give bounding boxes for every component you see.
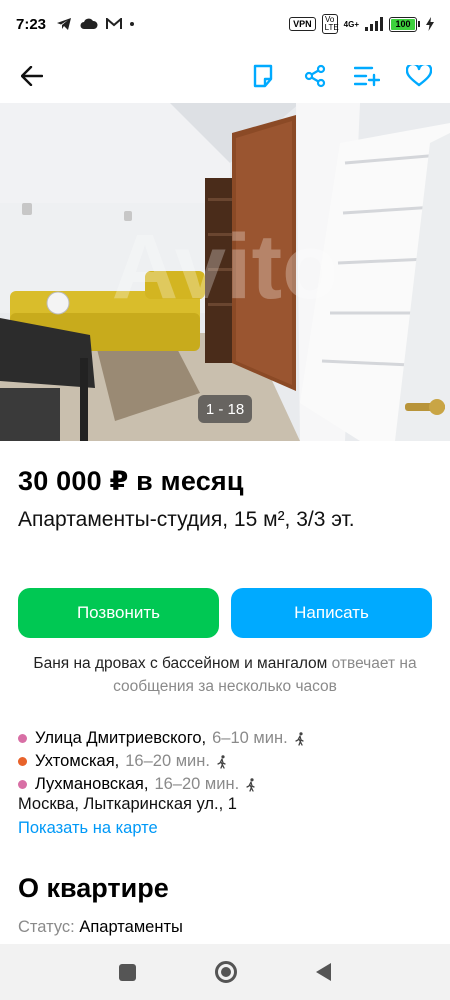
show-on-map-link[interactable]: Показать на карте <box>18 819 158 838</box>
charging-icon <box>426 17 434 31</box>
system-nav-bar <box>0 944 450 1000</box>
note-icon <box>253 64 273 87</box>
back-nav-button[interactable] <box>315 963 331 981</box>
heart-icon <box>406 64 432 86</box>
address: Москва, Лыткаринская ул., 1 <box>18 795 237 813</box>
recents-button[interactable] <box>119 963 137 981</box>
listing-subtitle: Апартаменты-студия, 15 м², 3/3 эт. <box>18 508 355 531</box>
note-button[interactable] <box>248 61 278 91</box>
seller-info: Баня на дровах с бассейном и мангалом от… <box>14 652 436 698</box>
call-button[interactable]: Позвонить <box>18 588 219 638</box>
compare-button[interactable] <box>352 61 382 91</box>
avito-watermark: Avito <box>112 216 339 318</box>
metro-list: Улица Дмитриевского, 6–10 мин. Ухтомская… <box>18 727 438 796</box>
battery-level: 100 <box>391 18 415 30</box>
telegram-icon <box>57 18 72 30</box>
cloud-icon <box>80 18 98 29</box>
apartment-photo: Avito <box>0 103 450 441</box>
status-value: Апартаменты <box>79 918 183 936</box>
favorite-button[interactable] <box>404 61 434 91</box>
share-icon <box>304 64 326 87</box>
metro-distance: 16–20 мин. <box>154 775 240 793</box>
about-heading: О квартире <box>18 873 169 903</box>
battery-icon: 100 <box>389 16 420 32</box>
walking-icon <box>246 777 255 792</box>
metro-station: Ухтомская, <box>35 752 120 770</box>
metro-station: Лухмановская, <box>35 775 149 793</box>
metro-item: Улица Дмитриевского, 6–10 мин. <box>18 727 438 750</box>
share-button[interactable] <box>300 61 330 91</box>
metro-item: Ухтомская, 16–20 мин. <box>18 750 438 773</box>
message-button[interactable]: Написать <box>231 588 432 638</box>
metro-line-dot <box>18 734 27 743</box>
listing-price: 30 000 ₽ в месяц <box>18 466 244 496</box>
photo-counter: 1 - 18 <box>198 395 252 423</box>
gallery-photo[interactable]: Avito <box>0 103 450 441</box>
metro-line-dot <box>18 757 27 766</box>
metro-item: Лухмановская, 16–20 мин. <box>18 773 438 796</box>
gmail-icon <box>106 18 123 29</box>
compare-list-icon <box>354 66 380 86</box>
status-time: 7:23 <box>16 15 47 33</box>
home-button[interactable] <box>214 961 237 983</box>
vpn-badge: VPN <box>289 17 316 31</box>
metro-distance: 16–20 мин. <box>125 752 210 770</box>
metro-line-dot <box>18 780 27 789</box>
metro-station: Улица Дмитриевского, <box>35 729 207 747</box>
status-row: Статус: Апартаменты <box>18 918 183 937</box>
top-toolbar <box>0 48 450 103</box>
metro-distance: 6–10 мин. <box>212 729 288 747</box>
network-type: 4G+ <box>343 19 359 29</box>
seller-name[interactable]: Баня на дровах с бассейном и мангалом <box>33 655 327 672</box>
back-button[interactable] <box>16 60 48 92</box>
dot-icon <box>130 22 135 26</box>
status-bar: 7:23 VPN Vo LTE 4G+ 100 <box>0 0 450 48</box>
signal-icon <box>365 17 383 31</box>
status-label: Статус: <box>18 918 75 936</box>
volte-badge: Vo LTE <box>321 14 339 34</box>
walking-icon <box>295 731 304 746</box>
walking-icon <box>217 754 226 769</box>
arrow-left-icon <box>21 65 43 86</box>
